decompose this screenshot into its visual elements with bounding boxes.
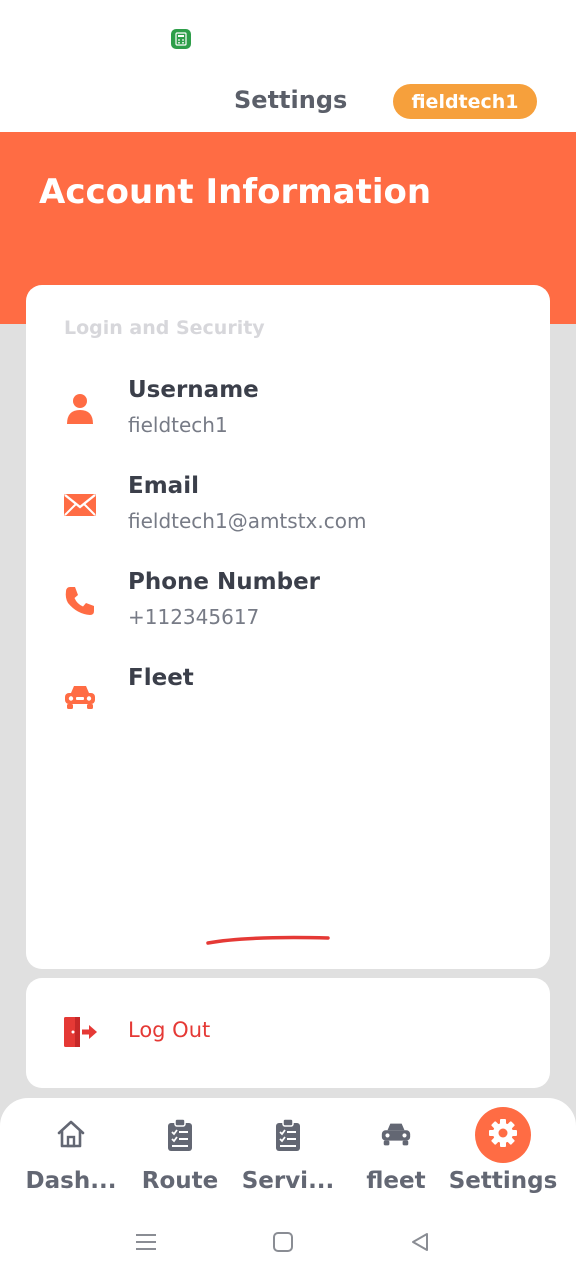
calculator-app-icon [171, 29, 191, 49]
status-bar [0, 0, 576, 66]
logout-label: Log Out [128, 1018, 211, 1042]
nav-label: Dash... [25, 1168, 117, 1194]
row-label: Fleet [128, 665, 194, 691]
page-title: Settings [234, 86, 348, 114]
account-info-card: Login and Security Username fieldtech1 E… [26, 285, 550, 969]
nav-label: fleet [366, 1168, 426, 1194]
nav-route[interactable]: Route [125, 1098, 235, 1208]
envelope-icon [62, 487, 98, 523]
nav-label: Route [141, 1168, 219, 1194]
nav-settings[interactable]: Settings [448, 1098, 558, 1208]
row-label: Phone Number [128, 569, 321, 595]
row-value: fieldtech1 [128, 413, 228, 437]
username-row: Username fieldtech1 [26, 377, 550, 457]
nav-services[interactable]: Servi... [233, 1098, 343, 1208]
nav-active-indicator [475, 1107, 531, 1163]
car-icon [62, 679, 98, 715]
nav-fleet[interactable]: fleet [341, 1098, 451, 1208]
section-label: Login and Security [64, 317, 265, 339]
back-triangle-icon[interactable] [408, 1230, 432, 1258]
user-badge[interactable]: fieldtech1 [393, 84, 537, 119]
home-icon [55, 1118, 87, 1154]
logout-door-icon [62, 1015, 98, 1053]
home-square-icon[interactable] [271, 1230, 295, 1258]
email-row: Email fieldtech1@amtstx.com [26, 473, 550, 553]
nav-label: Settings [448, 1168, 558, 1194]
car-icon [379, 1118, 413, 1154]
menu-icon[interactable] [134, 1230, 158, 1258]
row-label: Username [128, 377, 259, 403]
logout-button[interactable]: Log Out [26, 978, 550, 1088]
row-value: fieldtech1@amtstx.com [128, 509, 367, 533]
nav-label: Servi... [241, 1168, 335, 1194]
person-icon [62, 391, 98, 427]
row-value: +112345617 [128, 605, 260, 629]
gear-icon [487, 1117, 519, 1153]
phone-icon [62, 583, 98, 619]
app-bar: Settings fieldtech1 [0, 66, 576, 132]
scroll-indicator [206, 935, 330, 945]
system-nav-bar [0, 1208, 576, 1280]
row-label: Email [128, 473, 199, 499]
header-title: Account Information [39, 172, 432, 212]
nav-dashboard[interactable]: Dash... [16, 1098, 126, 1208]
phone-row: Phone Number +112345617 [26, 569, 550, 649]
clipboard-check-icon [165, 1118, 195, 1156]
clipboard-check-icon [273, 1118, 303, 1156]
fleet-row: Fleet [26, 665, 550, 745]
bottom-nav: Dash... Route Servi... fleet Settings [0, 1098, 576, 1208]
